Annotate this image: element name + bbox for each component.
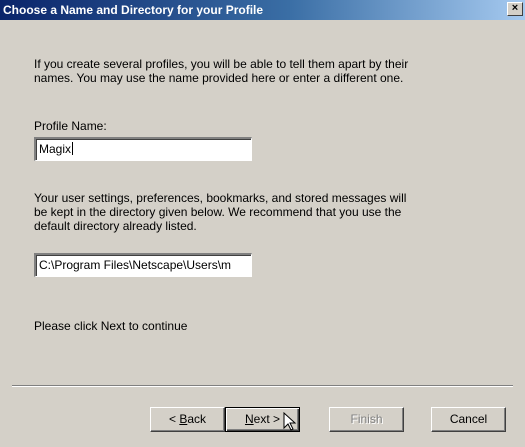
directory-text-line3: default directory already listed.: [34, 219, 197, 233]
title-bar: Choose a Name and Directory for your Pro…: [0, 0, 525, 20]
profile-name-input[interactable]: Magix: [34, 137, 252, 161]
cancel-button[interactable]: Cancel: [431, 407, 506, 432]
profile-wizard-dialog: Choose a Name and Directory for your Pro…: [0, 0, 525, 447]
back-button-label: ack: [187, 412, 207, 426]
close-icon: ×: [511, 2, 519, 14]
cancel-button-label: Cancel: [449, 412, 488, 426]
close-button[interactable]: ×: [507, 2, 523, 16]
profile-name-value: Magix: [39, 142, 72, 156]
intro-text-line1: If you create several profiles, you will…: [34, 57, 409, 71]
mouse-pointer-icon: [283, 412, 297, 431]
back-button[interactable]: < Back: [150, 407, 225, 432]
next-button-mnemonic: N: [244, 412, 254, 426]
directory-input[interactable]: C:\Program Files\Netscape\Users\m: [34, 253, 252, 277]
button-separator: [12, 385, 513, 387]
continue-instruction: Please click Next to continue: [34, 319, 188, 333]
dialog-title: Choose a Name and Directory for your Pro…: [3, 3, 264, 17]
back-button-prefix: <: [168, 412, 180, 426]
next-button-label: ext >: [253, 412, 281, 426]
directory-text-line2: be kept in the directory given below. We…: [34, 205, 402, 219]
directory-text-line1: Your user settings, preferences, bookmar…: [34, 191, 407, 205]
text-caret: [72, 142, 74, 155]
directory-value: C:\Program Files\Netscape\Users\m: [39, 258, 232, 272]
profile-name-label: Profile Name:: [34, 119, 107, 133]
finish-button[interactable]: Finish: [329, 407, 404, 432]
intro-text-line2: names. You may use the name provided her…: [34, 71, 404, 85]
finish-button-label: Finish: [350, 412, 383, 426]
